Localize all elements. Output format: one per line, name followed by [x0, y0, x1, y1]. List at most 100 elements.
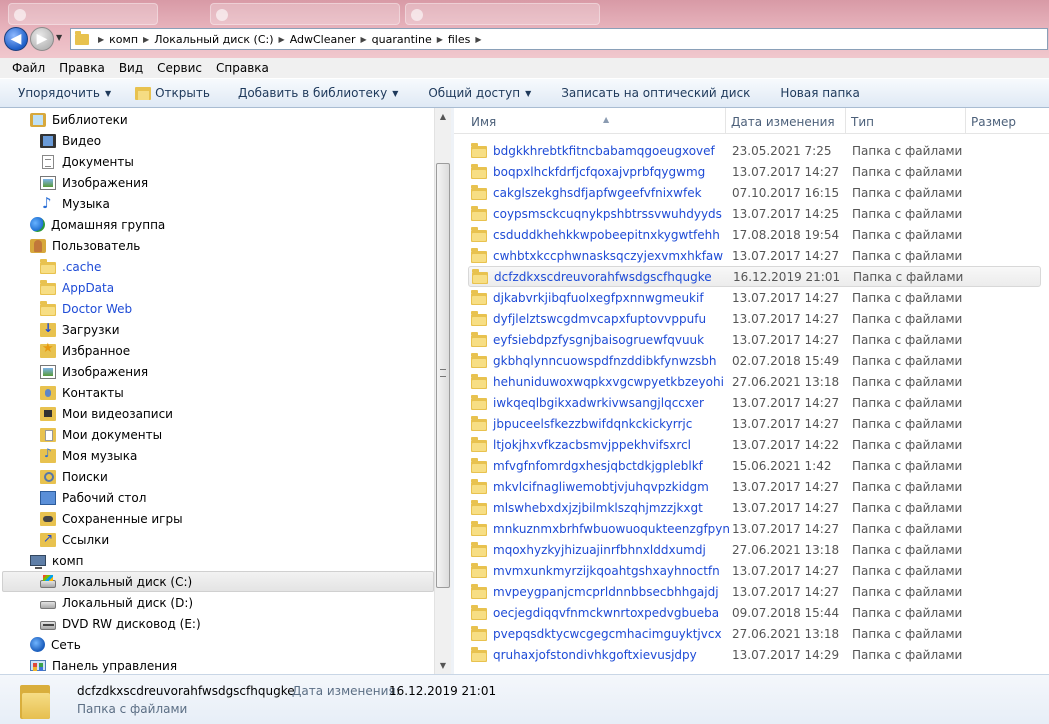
breadcrumb-computer[interactable]: комп: [109, 33, 138, 46]
file-row[interactable]: csduddkhehkkwpobeepitnxkygwtfehh 17.08.20…: [468, 224, 1041, 245]
file-row[interactable]: coypsmsckcuqnykpshbtrssvwuhdyyds 13.07.20…: [468, 203, 1041, 224]
file-type: Папка с файлами: [852, 332, 963, 347]
file-row[interactable]: djkabvrkjibqfuolxegfpxnnwgmeukif 13.07.20…: [468, 287, 1041, 308]
menu-file[interactable]: Файл: [5, 61, 52, 75]
tree-item[interactable]: Мои видеозаписи: [40, 403, 173, 424]
tree-item[interactable]: .cache: [40, 256, 101, 277]
tree-item[interactable]: Видео: [40, 130, 101, 151]
breadcrumb-quarantine[interactable]: quarantine: [372, 33, 432, 46]
tree-item[interactable]: Домашняя группа: [30, 214, 165, 235]
tree-item[interactable]: Мои документы: [40, 424, 162, 445]
file-row[interactable]: boqpxlhckfdrfjcfqoxajvprbfqygwmg 13.07.20…: [468, 161, 1041, 182]
tree-item[interactable]: Сохраненные игры: [40, 508, 183, 529]
scroll-down-icon[interactable]: ▼: [435, 657, 451, 674]
column-headers: Имя ▲ Дата изменения Тип Размер: [454, 108, 1049, 134]
scrollbar-thumb[interactable]: [436, 163, 450, 588]
breadcrumb-adwcleaner[interactable]: AdwCleaner: [290, 33, 356, 46]
forward-button[interactable]: ▶: [30, 27, 54, 51]
breadcrumb-local-disk-c[interactable]: Локальный диск (C:): [154, 33, 273, 46]
tree-item[interactable]: Рабочий стол: [40, 487, 146, 508]
file-row[interactable]: mkvlcifnagliwemobtjvjuhqvpzkidgm 13.07.20…: [468, 476, 1041, 497]
file-row[interactable]: pvepqsdktycwcgegcmhacimguyktjvcx 27.06.20…: [468, 623, 1041, 644]
file-row[interactable]: iwkqeqlbgikxadwrkivwsangjlqccxer 13.07.20…: [468, 392, 1041, 413]
file-row[interactable]: dcfzdkxscdreuvorahfwsdgscfhqugke 16.12.20…: [468, 266, 1041, 287]
tree-item[interactable]: Музыка: [40, 193, 110, 214]
tree-item[interactable]: Поиски: [40, 466, 108, 487]
file-row[interactable]: dyfjlelztswcgdmvcapxfuptovvppufu 13.07.20…: [468, 308, 1041, 329]
my-videos-icon: [40, 406, 56, 421]
add-to-library-button[interactable]: Добавить в библиотеку ▼: [228, 86, 408, 100]
tree-item[interactable]: Сеть: [30, 634, 81, 655]
file-row[interactable]: mqoxhyzkyjhizuajinrfbhnxlddxumdj 27.06.20…: [468, 539, 1041, 560]
burn-label: Записать на оптический диск: [561, 86, 751, 100]
tree-item[interactable]: Контакты: [40, 382, 124, 403]
tree-item[interactable]: DVD RW дисковод (E:): [40, 613, 201, 634]
tree-item[interactable]: Doctor Web: [40, 298, 132, 319]
tree-item[interactable]: Панель управления: [30, 655, 177, 674]
recent-pages-dropdown[interactable]: ▼: [56, 33, 66, 43]
network-icon: [30, 637, 45, 652]
breadcrumb-separator-icon[interactable]: ▶: [98, 35, 104, 44]
breadcrumb-separator-icon[interactable]: ▶: [143, 35, 149, 44]
file-row[interactable]: mfvgfnfomrdgxhesjqbctdkjgpleblkf 15.06.20…: [468, 455, 1041, 476]
dvd-drive-icon: [40, 621, 56, 630]
organize-button[interactable]: Упорядочить ▼: [8, 86, 121, 100]
background-window-tab: [405, 3, 600, 25]
file-type: Папка с файлами: [852, 647, 963, 662]
burn-button[interactable]: Записать на оптический диск: [551, 86, 760, 100]
file-row[interactable]: mvmxunkmyrzijkqoahtgshxayhnoctfn 13.07.20…: [468, 560, 1041, 581]
new-folder-button[interactable]: Новая папка: [770, 86, 869, 100]
column-header-type[interactable]: Тип: [846, 108, 966, 134]
navigation-scrollbar[interactable]: ▲ ▼: [434, 108, 451, 674]
breadcrumb-files[interactable]: files: [448, 33, 470, 46]
breadcrumb-separator-icon[interactable]: ▶: [279, 35, 285, 44]
breadcrumb-separator-icon[interactable]: ▶: [361, 35, 367, 44]
column-header-name[interactable]: Имя ▲: [466, 108, 726, 134]
breadcrumb-separator-icon[interactable]: ▶: [437, 35, 443, 44]
file-row[interactable]: cakglszekghsdfjapfwgeefvfnixwfek 07.10.20…: [468, 182, 1041, 203]
menu-view[interactable]: Вид: [112, 61, 150, 75]
share-button[interactable]: Общий доступ ▼: [418, 86, 541, 100]
file-row[interactable]: ltjokjhxvfkzacbsmvjppekhvifsxrcl 13.07.20…: [468, 434, 1041, 455]
tree-item[interactable]: Библиотеки: [30, 109, 128, 130]
open-button[interactable]: Открыть: [125, 86, 220, 100]
file-row[interactable]: gkbhqlynncuowspdfnzddibkfynwzsbh 02.07.20…: [468, 350, 1041, 371]
file-row[interactable]: bdgkkhrebtkfitncbabamqgoeugxovef 23.05.20…: [468, 140, 1041, 161]
folder-icon: [471, 646, 487, 662]
tree-item-label: Музыка: [62, 196, 110, 211]
tree-item[interactable]: Изображения: [40, 361, 148, 382]
back-button[interactable]: ◀: [4, 27, 28, 51]
tree-item[interactable]: Загрузки: [40, 319, 120, 340]
file-row[interactable]: mlswhebxdxjzjbilmklszqhjmzzjkxgt 13.07.20…: [468, 497, 1041, 518]
column-header-date[interactable]: Дата изменения: [726, 108, 846, 134]
file-row[interactable]: qruhaxjofstondivhkgoftxievusjdpy 13.07.20…: [468, 644, 1041, 665]
address-bar[interactable]: ▶ комп ▶ Локальный диск (C:) ▶ AdwCleane…: [70, 28, 1048, 50]
tree-item[interactable]: Избранное: [40, 340, 130, 361]
column-header-size[interactable]: Размер: [966, 108, 1049, 134]
file-type: Папка с файлами: [852, 353, 963, 368]
tree-item[interactable]: Пользователь: [30, 235, 140, 256]
file-type: Папка с файлами: [852, 395, 963, 410]
menu-edit[interactable]: Правка: [52, 61, 112, 75]
file-row[interactable]: eyfsiebdpzfysgnjbaisogruewfqvuuk 13.07.20…: [468, 329, 1041, 350]
tree-item[interactable]: Моя музыка: [40, 445, 137, 466]
tree-item[interactable]: Документы: [40, 151, 134, 172]
tree-item[interactable]: Изображения: [40, 172, 148, 193]
tree-item-label: Поиски: [62, 469, 108, 484]
menu-tools[interactable]: Сервис: [150, 61, 209, 75]
breadcrumb-separator-icon[interactable]: ▶: [475, 35, 481, 44]
tree-item[interactable]: Локальный диск (D:): [40, 592, 193, 613]
scroll-up-icon[interactable]: ▲: [435, 108, 451, 125]
folder-icon: [471, 499, 487, 515]
file-row[interactable]: jbpuceelsfkezzbwifdqnkckickyrrjc 13.07.20…: [468, 413, 1041, 434]
tree-item[interactable]: AppData: [40, 277, 114, 298]
file-row[interactable]: cwhbtxkccphwnasksqczyjexvmxhkfaw 13.07.20…: [468, 245, 1041, 266]
tree-item[interactable]: Ссылки: [40, 529, 109, 550]
file-row[interactable]: mnkuznmxbrhfwbuowuoqukteenzgfpyn 13.07.20…: [468, 518, 1041, 539]
file-row[interactable]: hehuniduwoxwqpkxvgcwpyetkbzeyohi 27.06.20…: [468, 371, 1041, 392]
file-row[interactable]: oecjegdiqqvfnmckwnrtoxpedvgbueba 09.07.20…: [468, 602, 1041, 623]
menu-help[interactable]: Справка: [209, 61, 276, 75]
tree-item[interactable]: комп: [30, 550, 84, 571]
file-row[interactable]: mvpeygpanjcmcprldnnbbsecbhhgajdj 13.07.20…: [468, 581, 1041, 602]
tree-item[interactable]: Локальный диск (C:): [2, 571, 434, 592]
